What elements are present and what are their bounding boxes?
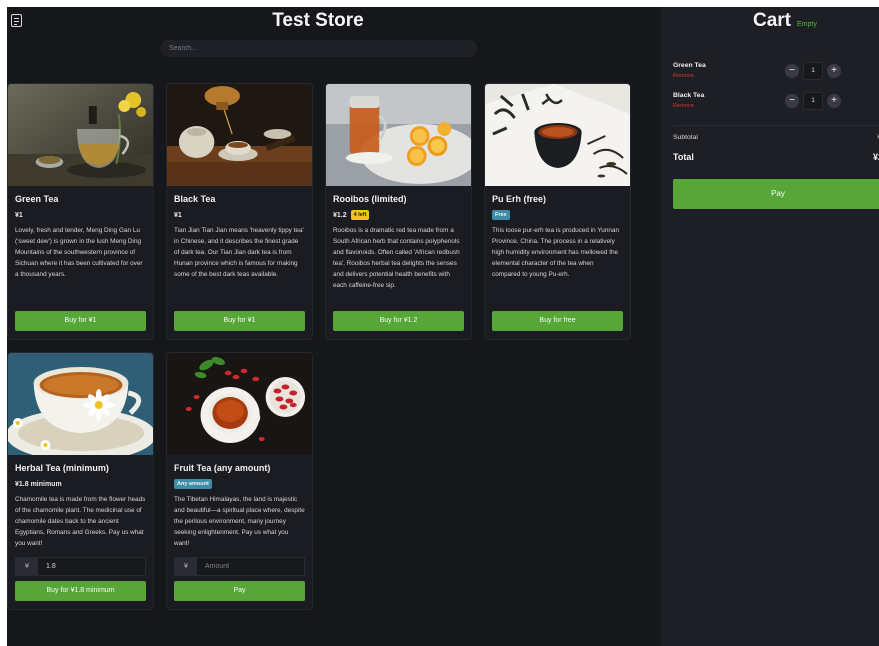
- cart-header: Cart Empty: [753, 10, 817, 32]
- product-description: Tian Jian Tian Jian means 'heavenly tipp…: [174, 227, 304, 278]
- buy-green-tea-button[interactable]: Buy for ¥1: [15, 311, 146, 331]
- product-name: Green Tea: [15, 194, 59, 204]
- plus-icon[interactable]: +: [827, 94, 841, 108]
- quantity-value[interactable]: 1: [803, 92, 823, 110]
- herbal-tea-image: [8, 353, 153, 455]
- rooibos-image: [326, 84, 471, 186]
- product-description: Chamomile tea is made from the flower he…: [15, 496, 146, 547]
- product-name: Fruit Tea (any amount): [174, 463, 271, 473]
- herbal-amount-field: ¥: [15, 557, 146, 576]
- product-card-rooibos: Rooibos (limited) ¥1.2 4 left Rooibos is…: [325, 83, 472, 340]
- product-price: ¥1: [15, 211, 23, 219]
- buy-rooibos-button[interactable]: Buy for ¥1.2: [333, 311, 464, 331]
- buy-herbal-tea-button[interactable]: Buy for ¥1.8 minimum: [15, 581, 146, 601]
- product-card-pu-erh: Pu Erh (free) Free This loose pur-erh te…: [484, 83, 631, 340]
- search-input[interactable]: [160, 40, 477, 57]
- cart-item-black-tea: Black Tea Remove − 1 + ¥: [673, 92, 879, 120]
- store-title: Test Store: [272, 10, 364, 31]
- cart-divider: [673, 125, 879, 126]
- cart-status: Empty: [797, 21, 817, 28]
- store-panel: Test Store Search... Green Tea ¥1 Lovely…: [7, 7, 661, 646]
- quantity-stepper: − 1 +: [785, 62, 841, 80]
- currency-symbol: ¥: [16, 558, 38, 575]
- product-name: Herbal Tea (minimum): [15, 463, 109, 473]
- minus-icon[interactable]: −: [785, 64, 799, 78]
- free-badge: Free: [492, 210, 510, 220]
- remove-green-tea-link[interactable]: Remove: [673, 73, 879, 79]
- plus-icon[interactable]: +: [827, 64, 841, 78]
- product-description: This loose pur-erh tea is produced in Yu…: [492, 227, 620, 278]
- product-name: Black Tea: [174, 194, 216, 204]
- herbal-amount-input[interactable]: [38, 558, 145, 575]
- product-card-fruit-tea: Fruit Tea (any amount) Any amount The Ti…: [166, 352, 313, 610]
- pay-button[interactable]: Pay: [673, 179, 879, 209]
- product-price: ¥1.2: [333, 211, 347, 219]
- subtotal-label: Subtotal: [673, 134, 698, 141]
- currency-symbol: ¥: [175, 558, 197, 575]
- pu-erh-image: [485, 84, 630, 186]
- any-amount-badge: Any amount: [174, 479, 212, 489]
- product-name: Pu Erh (free): [492, 194, 547, 204]
- total-value: ¥2: [872, 152, 879, 162]
- product-description: The Tibetan Himalayas, the land is majes…: [174, 496, 305, 547]
- fruit-amount-field: ¥: [174, 557, 305, 576]
- cart-panel: Cart Empty Green Tea Remove − 1 + ¥ Blac…: [661, 7, 879, 646]
- product-description: Lovely, fresh and tender, Meng Ding Gan …: [15, 227, 143, 278]
- product-card-black-tea: Black Tea ¥1 Tian Jian Tian Jian means '…: [166, 83, 313, 340]
- black-tea-image: [167, 84, 312, 186]
- stock-badge: 4 left: [350, 210, 370, 220]
- quantity-value[interactable]: 1: [803, 62, 823, 80]
- pay-fruit-tea-button[interactable]: Pay: [174, 581, 305, 601]
- product-price: ¥1: [174, 211, 182, 219]
- product-card-green-tea: Green Tea ¥1 Lovely, fresh and tender, M…: [7, 83, 154, 340]
- app-window: Test Store Search... Green Tea ¥1 Lovely…: [7, 7, 879, 646]
- fruit-tea-image: [167, 353, 312, 455]
- quantity-stepper: − 1 +: [785, 92, 841, 110]
- minus-icon[interactable]: −: [785, 94, 799, 108]
- cart-item-name: Green Tea: [673, 62, 706, 69]
- buy-black-tea-button[interactable]: Buy for ¥1: [174, 311, 305, 331]
- fruit-amount-input[interactable]: [197, 558, 304, 575]
- remove-black-tea-link[interactable]: Remove: [673, 103, 879, 109]
- green-tea-image: [8, 84, 153, 186]
- product-name: Rooibos (limited): [333, 194, 407, 204]
- cart-item-green-tea: Green Tea Remove − 1 + ¥: [673, 62, 879, 90]
- total-label: Total: [673, 152, 694, 162]
- cart-title: Cart: [753, 10, 792, 31]
- cart-item-name: Black Tea: [673, 92, 705, 99]
- product-description: Rooibos is a dramatic red tea made from …: [333, 227, 460, 289]
- product-card-herbal-tea: Herbal Tea (minimum) ¥1.8 minimum Chamom…: [7, 352, 154, 610]
- product-price: ¥1.8 minimum: [15, 480, 62, 488]
- buy-pu-erh-button[interactable]: Buy for free: [492, 311, 623, 331]
